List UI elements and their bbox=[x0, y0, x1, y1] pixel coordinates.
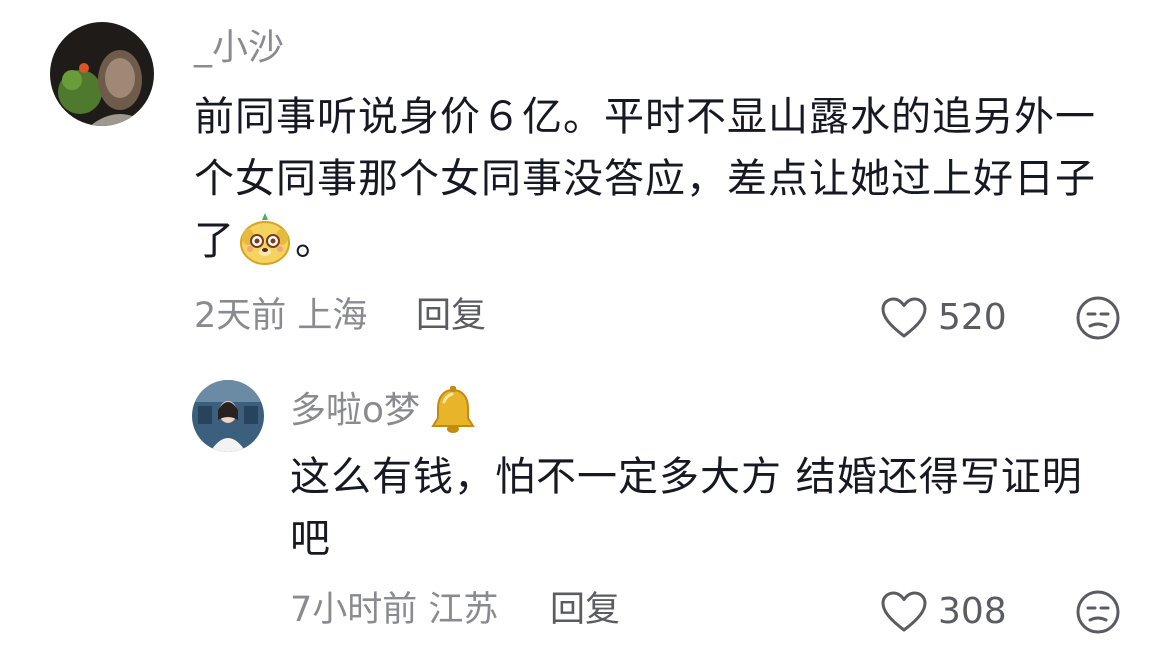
comment-text-tail: 。 bbox=[295, 218, 336, 264]
comment-time: 2天前 bbox=[194, 296, 287, 336]
avatar[interactable] bbox=[50, 22, 154, 126]
dislike-button[interactable] bbox=[1074, 294, 1122, 342]
avatar-photo bbox=[192, 380, 264, 452]
comment-text: 这么有钱，怕不一定多大方 结婚还得写证明吧 bbox=[290, 454, 1083, 562]
comment-location: 江苏 bbox=[428, 590, 499, 630]
like-count: 308 bbox=[938, 591, 1007, 632]
comment-text: 前同事听说身价６亿。平时不显山露水的追另外一个女同事那个女同事没答应，差点让她过… bbox=[194, 86, 1114, 272]
comment-location: 上海 bbox=[297, 296, 368, 336]
username-row: 多啦o梦 bbox=[290, 384, 480, 438]
username[interactable]: 多啦o梦 bbox=[290, 387, 420, 435]
comment-item: _小沙 前同事听说身价６亿。平时不显山露水的追另外一个女同事那个女同事没答应，差… bbox=[0, 0, 1170, 350]
avatar[interactable] bbox=[192, 380, 264, 452]
unamused-face-icon bbox=[1076, 296, 1120, 340]
heart-icon bbox=[881, 591, 927, 632]
username[interactable]: _小沙 bbox=[194, 26, 284, 70]
reply-button[interactable]: 回复 bbox=[416, 294, 486, 338]
like-button[interactable]: 520 bbox=[880, 294, 1007, 342]
comment-time: 7小时前 bbox=[290, 590, 418, 630]
like-button[interactable]: 308 bbox=[880, 588, 1007, 636]
heart-icon bbox=[881, 297, 927, 338]
unamused-face-icon bbox=[1076, 590, 1120, 634]
comment-meta: 7小时前 江苏 bbox=[290, 588, 498, 632]
bell-icon bbox=[431, 386, 475, 433]
avatar-photo bbox=[50, 22, 154, 126]
cute-dog-face-emoji-icon bbox=[237, 211, 293, 267]
dislike-button[interactable] bbox=[1074, 588, 1122, 636]
comment-meta: 2天前 上海 bbox=[194, 294, 367, 338]
like-count: 520 bbox=[938, 297, 1007, 338]
reply-button[interactable]: 回复 bbox=[550, 588, 620, 632]
